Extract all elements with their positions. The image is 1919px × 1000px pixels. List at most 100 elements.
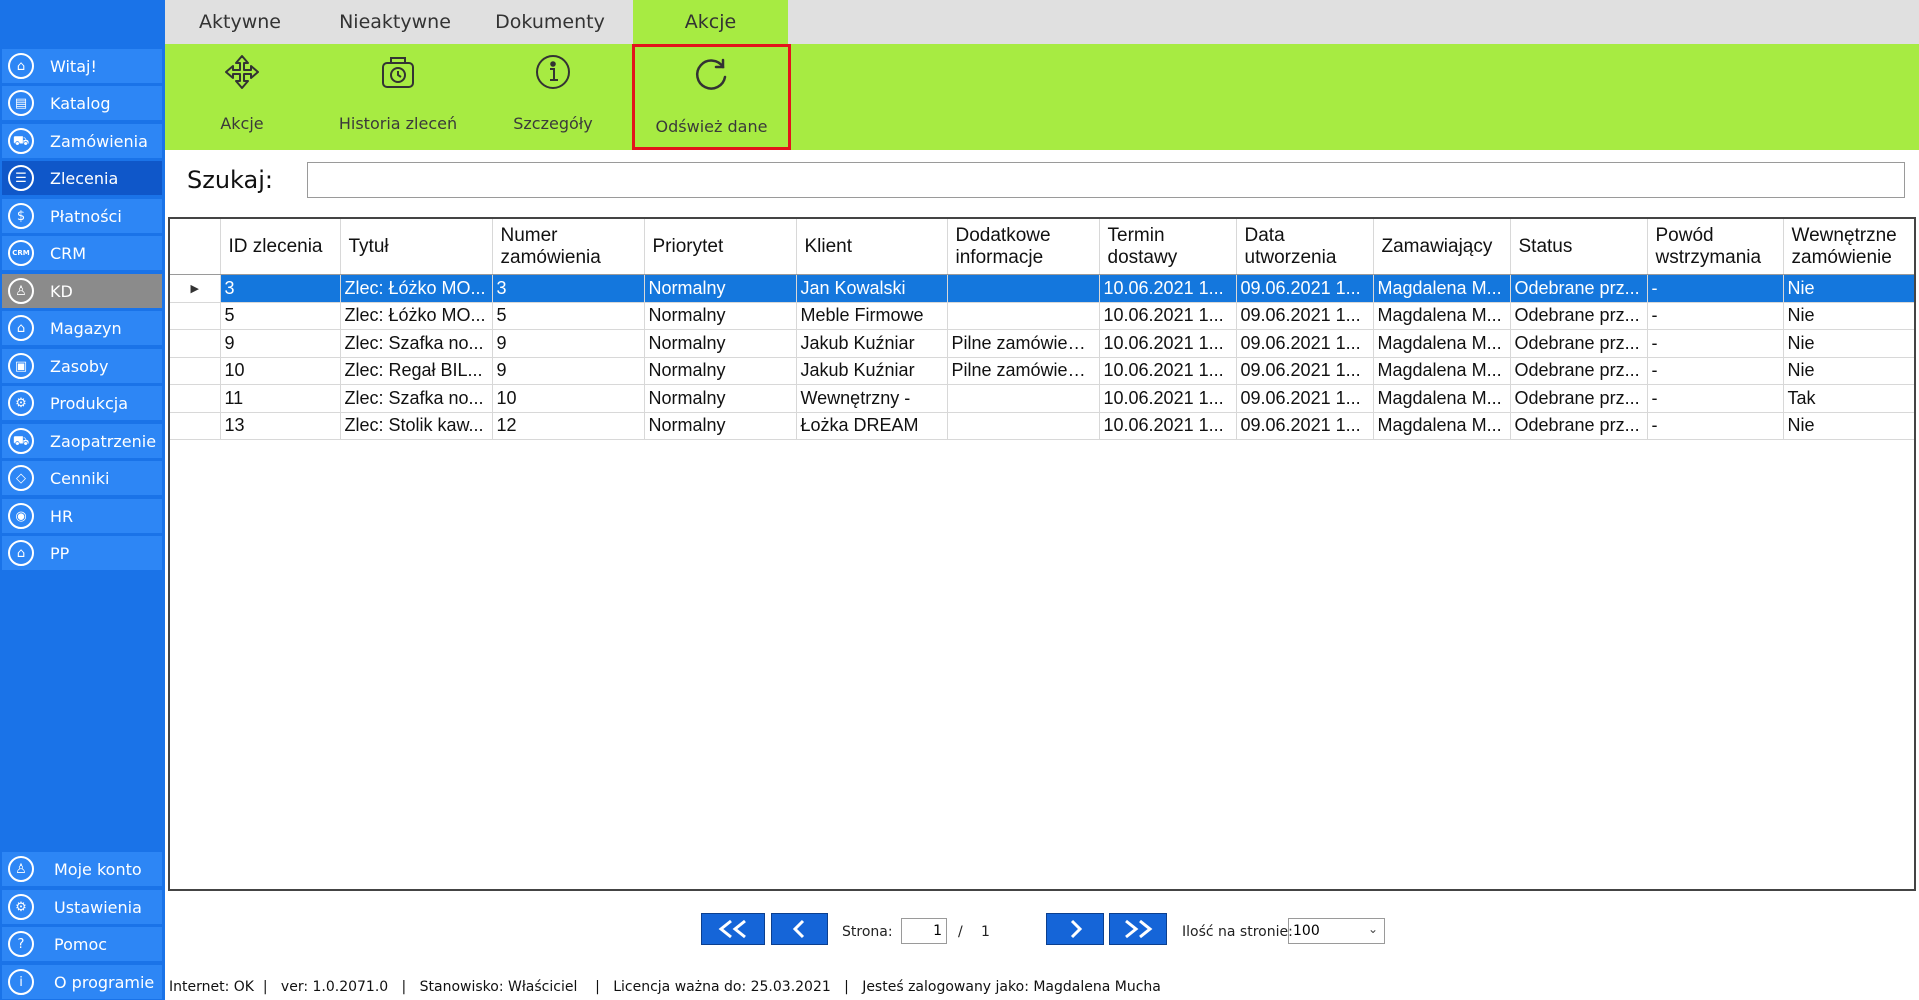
sidebar-item-produkcja[interactable]: ⚙ Produkcja [2,386,162,420]
column-header-numer[interactable]: Numer zamówienia [492,219,645,275]
column-header-wewnetrzne[interactable]: Wewnętrzne zamówienie [1783,219,1914,275]
akcje-button[interactable]: Akcje [167,44,317,150]
tab-akcje[interactable]: Akcje [633,0,788,44]
table-cell: Zlec: Szafka no... [340,329,493,358]
column-header-id[interactable]: ID zlecenia [220,219,341,275]
column-header-priorytet[interactable]: Priorytet [644,219,797,275]
table-cell: Tak [1783,384,1914,413]
tab-dokumenty[interactable]: Dokumenty [475,0,625,44]
sidebar-item-pomoc[interactable]: ? Pomoc [2,927,162,961]
column-header-dodatkowe[interactable]: Dodatkowe informacje [947,219,1100,275]
table-cell: Jakub Kuźniar [796,357,948,385]
sidebar-item-witaj[interactable]: ⌂ Witaj! [2,49,162,83]
gears-icon: ⚙ [8,390,34,416]
tab-nieaktywne[interactable]: Nieaktywne [320,0,470,44]
table-cell: Odebrane prz... [1510,302,1648,330]
szczegoly-button[interactable]: Szczegóły [478,44,628,150]
sidebar-item-label: Produkcja [50,393,128,413]
table-cell: 10.06.2021 1... [1099,357,1237,385]
table-cell: Odebrane prz... [1510,329,1648,358]
historia-zlecen-button[interactable]: Historia zleceń [323,44,473,150]
per-page-select[interactable]: 100 ⌄ [1288,918,1385,944]
table-row[interactable]: 10 Zlec: Regał BIL... 9 Normalny Jakub K… [170,357,1914,385]
table-cell: Pilne zamówienie! [947,357,1100,385]
orders-grid: ID zlecenia Tytuł Numer zamówienia Prior… [168,217,1916,891]
table-cell: Wewnętrzny - [796,384,948,413]
tab-aktywne[interactable]: Aktywne [165,0,315,44]
column-header-status[interactable]: Status [1510,219,1648,275]
sidebar-item-label: Zasoby [50,356,109,376]
table-cell: 09.06.2021 1... [1236,302,1374,330]
sidebar-item-katalog[interactable]: ▤ Katalog [2,86,162,120]
table-cell: 09.06.2021 1... [1236,329,1374,358]
table-cell: Łożka DREAM [796,412,948,440]
first-page-button[interactable] [701,913,765,945]
table-cell: - [1647,357,1784,385]
sidebar-item-label: Zlecenia [50,168,119,188]
sidebar-item-zlecenia[interactable]: ☰ Zlecenia [2,161,162,195]
sidebar-item-kd[interactable]: ♙ KD [2,274,162,308]
row-indicator-header [170,219,221,275]
table-cell: 09.06.2021 1... [1236,412,1374,440]
table-cell: Magdalena M... [1373,412,1511,440]
sidebar-item-zamowienia[interactable]: ⛟ Zamówienia [2,124,162,158]
table-row[interactable]: 5 Zlec: Łóżko MO... 5 Normalny Meble Fir… [170,302,1914,330]
sidebar-item-label: Magazyn [50,318,122,338]
table-cell: Odebrane prz... [1510,384,1648,413]
table-cell: Odebrane prz... [1510,274,1648,303]
row-indicator [170,384,221,413]
sidebar-item-zaopatrzenie[interactable]: ⛟ Zaopatrzenie [2,424,162,458]
table-row[interactable]: 13 Zlec: Stolik kaw... 12 Normalny Łożka… [170,412,1914,440]
table-cell: Zlec: Stolik kaw... [340,412,493,440]
next-page-button[interactable] [1046,913,1104,945]
table-cell: Nie [1783,357,1914,385]
sidebar-item-pp[interactable]: ⌂ PP [2,536,162,570]
odswiez-dane-button[interactable]: Odśwież dane [632,44,791,150]
sidebar-item-cenniki[interactable]: ◇ Cenniki [2,461,162,495]
table-cell: 10.06.2021 1... [1099,274,1237,303]
sidebar-item-label: Pomoc [54,934,108,954]
column-header-klient[interactable]: Klient [796,219,948,275]
table-cell: 5 [492,302,645,330]
table-cell: Normalny [644,274,797,303]
previous-page-button[interactable] [771,913,828,945]
chevron-left-icon [792,919,804,939]
sidebar-item-platnosci[interactable]: $ Płatności [2,199,162,233]
search-input[interactable] [307,162,1905,198]
last-page-button[interactable] [1109,913,1167,945]
sidebar-item-label: PP [50,543,70,563]
total-pages: 1 [981,924,990,940]
column-header-zamawiajacy[interactable]: Zamawiający [1373,219,1511,275]
sidebar-item-hr[interactable]: ◉ HR [2,499,162,533]
table-row[interactable]: 9 Zlec: Szafka no... 9 Normalny Jakub Ku… [170,329,1914,358]
table-cell [947,412,1100,440]
account-icon: ♙ [8,856,34,882]
table-cell: 10.06.2021 1... [1099,329,1237,358]
sidebar-item-magazyn[interactable]: ⌂ Magazyn [2,311,162,345]
column-header-termin[interactable]: Termin dostawy [1099,219,1237,275]
table-cell: 9 [492,357,645,385]
table-cell: Zlec: Łóżko MO... [340,302,493,330]
sidebar-item-moje-konto[interactable]: ♙ Moje konto [2,852,162,886]
page-number-input[interactable] [901,918,947,944]
table-cell: 09.06.2021 1... [1236,274,1374,303]
sidebar-item-ustawienia[interactable]: ⚙ Ustawienia [2,890,162,924]
column-header-tytul[interactable]: Tytuł [340,219,493,275]
table-row[interactable]: ▶ 3 Zlec: Łóżko MO... 3 Normalny Jan Kow… [170,274,1914,303]
table-row[interactable]: 11 Zlec: Szafka no... 10 Normalny Wewnęt… [170,384,1914,413]
sidebar-item-zasoby[interactable]: ▣ Zasoby [2,349,162,383]
table-cell [947,302,1100,330]
sidebar-item-label: Witaj! [50,56,97,76]
sidebar-item-crm[interactable]: CRM CRM [2,236,162,270]
table-cell: Zlec: Łóżko MO... [340,274,493,303]
row-indicator [170,412,221,440]
table-cell: 12 [492,412,645,440]
column-header-powod[interactable]: Powód wstrzymania [1647,219,1784,275]
sidebar-item-o-programie[interactable]: i O programie [2,965,162,999]
table-cell: 3 [492,274,645,303]
table-cell: 10.06.2021 1... [1099,412,1237,440]
row-indicator [170,357,221,385]
column-header-data[interactable]: Data utworzenia [1236,219,1374,275]
table-cell [947,384,1100,413]
sidebar-item-label: Zaopatrzenie [50,431,157,451]
